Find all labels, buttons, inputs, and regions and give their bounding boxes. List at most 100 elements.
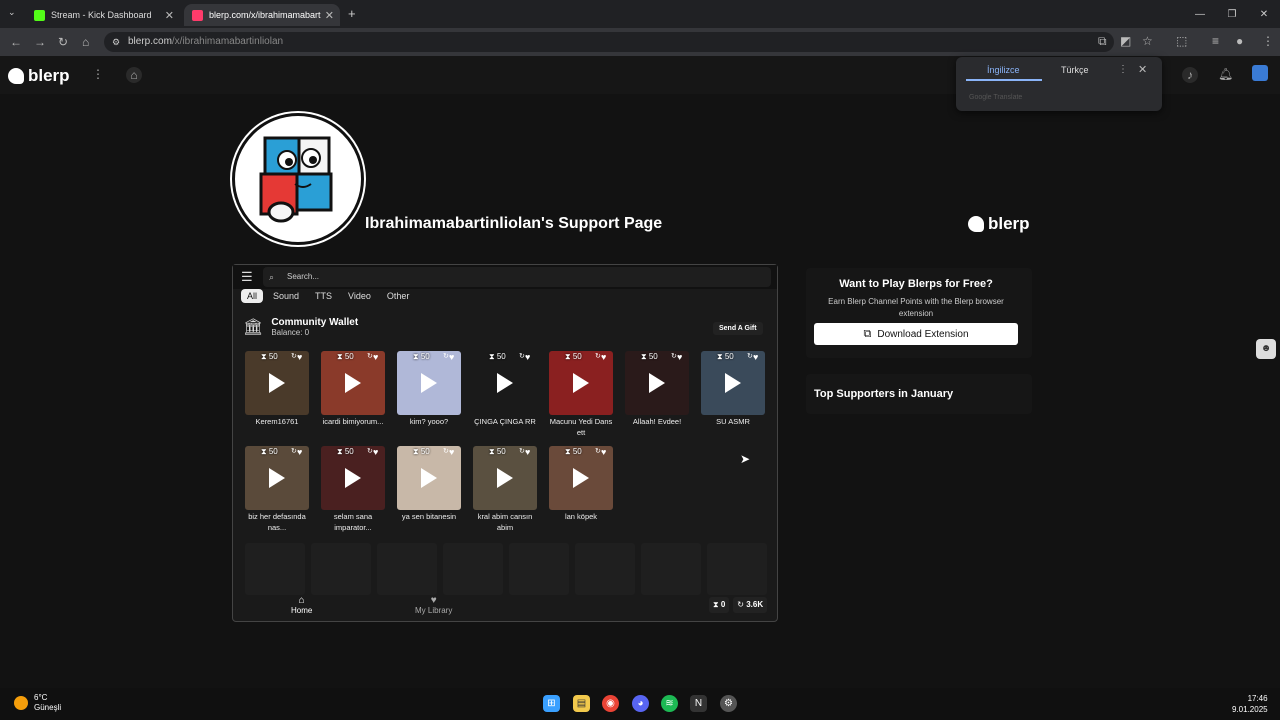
maximize-icon[interactable]: ❐	[1216, 0, 1248, 28]
discord-icon[interactable]: ◕	[632, 695, 649, 712]
blerp-card[interactable]: ⧗ 50 ↻ ♥ kim? yooo?	[397, 351, 461, 427]
favorite-heart-icon[interactable]: ♥	[449, 352, 454, 362]
play-icon[interactable]	[421, 468, 437, 488]
close-tab-icon[interactable]: ✕	[325, 9, 334, 22]
favorite-heart-icon[interactable]: ♥	[373, 447, 378, 457]
notifications-bell-icon[interactable]: 🔔︎	[1218, 67, 1233, 81]
search-input[interactable]: ⌕ Search...	[263, 267, 771, 287]
tab-kick-dashboard[interactable]: Stream - Kick Dashboard ✕	[26, 4, 180, 26]
translate-icon[interactable]: ◩	[1120, 34, 1131, 48]
tab-blerp[interactable]: blerp.com/x/ibrahimamabartinl ✕	[184, 4, 340, 26]
play-icon[interactable]	[497, 373, 513, 393]
card-thumbnail[interactable]: ⧗ 50 ↻ ♥	[245, 446, 309, 510]
new-tab-icon[interactable]: +	[348, 6, 356, 21]
close-tab-icon[interactable]: ✕	[165, 9, 174, 22]
card-thumbnail[interactable]: ⧗ 50 ↻ ♥	[549, 446, 613, 510]
favorite-heart-icon[interactable]: ♥	[601, 447, 606, 457]
extension-side-icon[interactable]: ☻	[1256, 339, 1276, 359]
blerp-logo[interactable]: blerp	[8, 66, 70, 86]
blerp-card[interactable]: ⧗ 50 ↻ ♥ SU ASMR	[701, 351, 765, 427]
notion-icon[interactable]: N	[690, 695, 707, 712]
tab-list-menu-icon[interactable]: ⌄	[8, 7, 16, 18]
download-extension-button[interactable]: ⧉ Download Extension	[814, 323, 1018, 345]
system-clock[interactable]: 17:46 9.01.2025	[1232, 693, 1268, 715]
back-icon[interactable]: ←	[10, 35, 22, 49]
translate-source-lang[interactable]: İngilizce	[987, 65, 1020, 75]
favorite-heart-icon[interactable]: ♥	[449, 447, 454, 457]
file-explorer-icon[interactable]: ▤	[573, 695, 590, 712]
blerp-card[interactable]: ⧗ 50 ↻ ♥ kral abim cansın abim	[473, 446, 537, 533]
reload-icon[interactable]: ↻	[58, 35, 68, 49]
play-icon[interactable]	[573, 373, 589, 393]
play-icon[interactable]	[345, 468, 361, 488]
favorite-heart-icon[interactable]: ♥	[525, 352, 530, 362]
nav-my-library[interactable]: ♥ My Library	[415, 595, 452, 615]
favorite-heart-icon[interactable]: ♥	[525, 447, 530, 457]
volume-icon[interactable]: ♪	[1182, 67, 1198, 83]
chrome-icon[interactable]: ◉	[602, 695, 619, 712]
card-thumbnail[interactable]: ⧗ 50 ↻ ♥	[473, 446, 537, 510]
blerp-card[interactable]: ⧗ 50 ↻ ♥ ÇINGA ÇINGA RR	[473, 351, 537, 427]
home-nav-icon[interactable]: ⌂	[126, 67, 142, 83]
play-icon[interactable]	[573, 468, 589, 488]
translate-target-lang[interactable]: Türkçe	[1061, 65, 1089, 75]
play-icon[interactable]	[649, 373, 665, 393]
site-info-icon[interactable]: ⚙	[112, 32, 120, 52]
home-icon[interactable]: ⌂	[82, 35, 89, 49]
blerp-card[interactable]: ⧗ 50 ↻ ♥ ya sen bitanesin	[397, 446, 461, 522]
nav-home[interactable]: ⌂ Home	[291, 595, 312, 615]
blerp-card[interactable]: ⧗ 50 ↻ ♥ lan köpek	[549, 446, 613, 522]
card-thumbnail[interactable]: ⧗ 50 ↻ ♥	[473, 351, 537, 415]
card-thumbnail[interactable]: ⧗ 50 ↻ ♥	[397, 446, 461, 510]
card-thumbnail[interactable]: ⧗ 50 ↻ ♥	[625, 351, 689, 415]
bookmark-star-icon[interactable]: ☆	[1142, 34, 1153, 48]
windows-start-icon[interactable]: ⊞	[543, 695, 560, 712]
blerp-card[interactable]: ⧗ 50 ↻ ♥ selam sana imparator...	[321, 446, 385, 533]
user-avatar[interactable]	[1252, 65, 1268, 81]
card-thumbnail[interactable]: ⧗ 50 ↻ ♥	[701, 351, 765, 415]
forward-icon[interactable]: →	[34, 35, 46, 49]
settings-icon[interactable]: ⚙	[720, 695, 737, 712]
spotify-icon[interactable]: ≋	[661, 695, 678, 712]
favorite-heart-icon[interactable]: ♥	[297, 352, 302, 362]
more-options-icon[interactable]: ⋮	[92, 67, 104, 81]
play-icon[interactable]	[269, 468, 285, 488]
card-thumbnail[interactable]: ⧗ 50 ↻ ♥	[321, 446, 385, 510]
play-icon[interactable]	[421, 373, 437, 393]
filter-all[interactable]: All	[241, 289, 264, 303]
profile-icon[interactable]: ●	[1236, 34, 1243, 48]
blerp-card[interactable]: ⧗ 50 ↻ ♥ Allaah! Evdee!	[625, 351, 689, 427]
blerp-card[interactable]: ⧗ 50 ↻ ♥ Macunu Yedi Dans ett	[549, 351, 613, 438]
play-icon[interactable]	[725, 373, 741, 393]
extensions-icon[interactable]: ⬚	[1176, 34, 1187, 48]
media-controls-icon[interactable]: ≡	[1212, 34, 1219, 48]
install-app-icon[interactable]: ⧉	[1098, 34, 1107, 49]
minimize-icon[interactable]: —	[1184, 0, 1216, 28]
card-thumbnail[interactable]: ⧗ 50 ↻ ♥	[245, 351, 309, 415]
favorite-heart-icon[interactable]: ♥	[601, 352, 606, 362]
blerp-card[interactable]: ⧗ 50 ↻ ♥ icardi bimiyorum...	[321, 351, 385, 427]
browser-menu-icon[interactable]: ⋮	[1262, 34, 1274, 48]
card-thumbnail[interactable]: ⧗ 50 ↻ ♥	[549, 351, 613, 415]
translate-options-icon[interactable]: ⋮	[1118, 64, 1128, 75]
weather-widget[interactable]: 6°C Güneşli	[14, 693, 61, 713]
favorite-heart-icon[interactable]: ♥	[373, 352, 378, 362]
filter-tts[interactable]: TTS	[309, 289, 338, 303]
address-bar[interactable]: ⚙ blerp.com/x/ibrahimamabartinliolan	[104, 32, 1114, 52]
blerp-card[interactable]: ⧗ 50 ↻ ♥ biz her defasında nas...	[245, 446, 309, 533]
play-icon[interactable]	[269, 373, 285, 393]
filter-sound[interactable]: Sound	[267, 289, 305, 303]
translate-close-icon[interactable]: ✕	[1138, 63, 1147, 76]
play-icon[interactable]	[497, 468, 513, 488]
send-gift-button[interactable]: Send A Gift	[713, 322, 763, 335]
close-window-icon[interactable]: ✕	[1248, 0, 1280, 28]
favorite-heart-icon[interactable]: ♥	[297, 447, 302, 457]
card-thumbnail[interactable]: ⧗ 50 ↻ ♥	[397, 351, 461, 415]
filter-video[interactable]: Video	[342, 289, 377, 303]
play-icon[interactable]	[345, 373, 361, 393]
hamburger-menu-icon[interactable]: ☰	[241, 269, 253, 285]
blerp-card[interactable]: ⧗ 50 ↻ ♥ Kerem16761	[245, 351, 309, 427]
favorite-heart-icon[interactable]: ♥	[753, 352, 758, 362]
card-thumbnail[interactable]: ⧗ 50 ↻ ♥	[321, 351, 385, 415]
favorite-heart-icon[interactable]: ♥	[677, 352, 682, 362]
